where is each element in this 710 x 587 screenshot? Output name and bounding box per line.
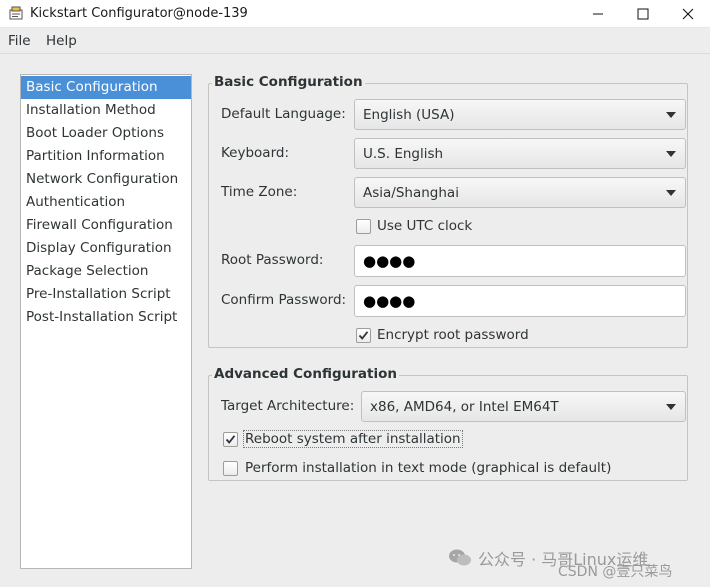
default-language-label: Default Language: bbox=[221, 106, 346, 122]
time-zone-select[interactable]: Asia/Shanghai bbox=[354, 177, 686, 208]
sidebar-item-boot-loader-options[interactable]: Boot Loader Options bbox=[21, 122, 191, 145]
confirm-password-label: Confirm Password: bbox=[221, 292, 347, 308]
chevron-down-icon bbox=[666, 190, 676, 196]
keyboard-select[interactable]: U.S. English bbox=[354, 138, 686, 169]
root-password-label: Root Password: bbox=[221, 252, 324, 268]
default-language-value: English (USA) bbox=[363, 107, 455, 123]
close-button[interactable] bbox=[665, 0, 710, 28]
chevron-down-icon bbox=[666, 151, 676, 157]
reboot-after-install-checkbox[interactable] bbox=[223, 432, 238, 447]
minimize-button[interactable] bbox=[575, 0, 621, 28]
checkmark-icon bbox=[225, 435, 236, 444]
menu-file[interactable]: File bbox=[8, 33, 31, 49]
target-architecture-label: Target Architecture: bbox=[221, 398, 355, 414]
time-zone-label: Time Zone: bbox=[221, 184, 298, 200]
sidebar-item-pre-installation-script[interactable]: Pre-Installation Script bbox=[21, 283, 191, 306]
minimize-icon bbox=[593, 13, 603, 15]
sidebar-item-basic-configuration[interactable]: Basic Configuration bbox=[21, 76, 191, 99]
chevron-down-icon bbox=[666, 404, 676, 410]
sidebar-item-post-installation-script[interactable]: Post-Installation Script bbox=[21, 306, 191, 329]
maximize-icon bbox=[637, 8, 649, 20]
close-icon bbox=[682, 8, 694, 20]
utc-clock-label[interactable]: Use UTC clock bbox=[377, 218, 472, 234]
encrypt-root-password-checkbox[interactable] bbox=[356, 328, 371, 343]
menu-bar: File Help bbox=[0, 28, 710, 54]
sidebar-item-firewall-configuration[interactable]: Firewall Configuration bbox=[21, 214, 191, 237]
root-password-value: ●●●● bbox=[363, 252, 416, 270]
sidebar-item-installation-method[interactable]: Installation Method bbox=[21, 99, 191, 122]
target-architecture-select[interactable]: x86, AMD64, or Intel EM64T bbox=[361, 391, 686, 422]
keyboard-label: Keyboard: bbox=[221, 145, 290, 161]
watermark-csdn: CSDN @壹只菜鸟 bbox=[558, 564, 673, 580]
window-title: Kickstart Configurator@node-139 bbox=[30, 6, 248, 21]
keyboard-value: U.S. English bbox=[363, 146, 444, 162]
sidebar-item-network-configuration[interactable]: Network Configuration bbox=[21, 168, 191, 191]
chevron-down-icon bbox=[666, 112, 676, 118]
advanced-configuration-legend: Advanced Configuration bbox=[212, 366, 399, 382]
reboot-after-install-label[interactable]: Reboot system after installation bbox=[243, 430, 463, 448]
maximize-button[interactable] bbox=[620, 0, 666, 28]
text-mode-install-label[interactable]: Perform installation in text mode (graph… bbox=[245, 460, 611, 476]
time-zone-value: Asia/Shanghai bbox=[363, 185, 459, 201]
sidebar-item-package-selection[interactable]: Package Selection bbox=[21, 260, 191, 283]
sidebar-item-authentication[interactable]: Authentication bbox=[21, 191, 191, 214]
sidebar-item-partition-information[interactable]: Partition Information bbox=[21, 145, 191, 168]
default-language-select[interactable]: English (USA) bbox=[354, 99, 686, 130]
root-password-field[interactable]: ●●●● bbox=[354, 245, 686, 277]
menu-help[interactable]: Help bbox=[46, 33, 77, 49]
sidebar-item-display-configuration[interactable]: Display Configuration bbox=[21, 237, 191, 260]
utc-clock-checkbox[interactable] bbox=[356, 219, 371, 234]
title-bar: Kickstart Configurator@node-139 bbox=[0, 0, 710, 28]
target-architecture-value: x86, AMD64, or Intel EM64T bbox=[370, 399, 559, 415]
confirm-password-value: ●●●● bbox=[363, 292, 416, 310]
encrypt-root-password-label[interactable]: Encrypt root password bbox=[377, 327, 529, 343]
checkmark-icon bbox=[358, 331, 369, 340]
sidebar-list: Basic Configuration Installation Method … bbox=[20, 74, 192, 569]
text-mode-install-checkbox[interactable] bbox=[223, 461, 238, 476]
confirm-password-field[interactable]: ●●●● bbox=[354, 285, 686, 317]
wechat-icon bbox=[449, 549, 471, 566]
basic-configuration-legend: Basic Configuration bbox=[212, 74, 365, 90]
app-icon bbox=[8, 6, 24, 22]
